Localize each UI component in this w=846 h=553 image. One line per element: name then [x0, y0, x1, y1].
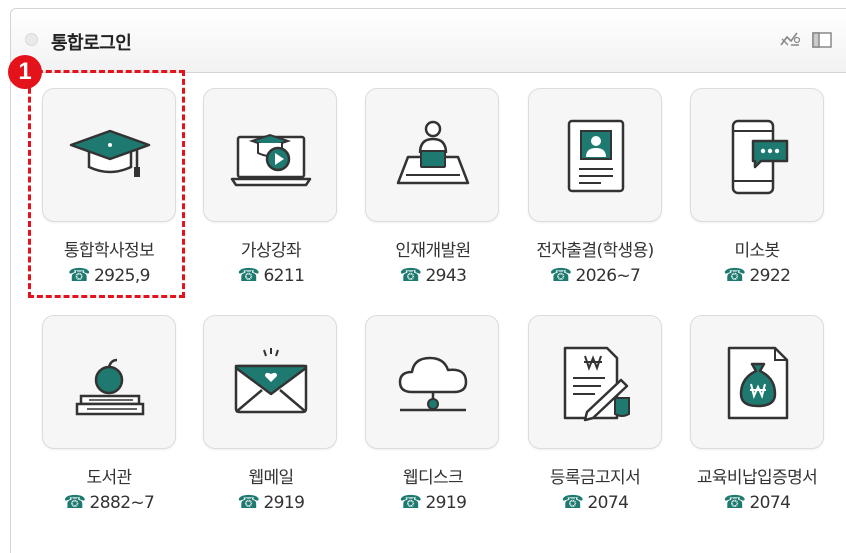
label-library[interactable]: 도서관	[24, 463, 194, 488]
phone-icon: ☎	[723, 265, 746, 286]
phone-webmail: ☎ 2919	[237, 492, 305, 513]
phone-virtual-lecture: ☎ 6211	[237, 265, 305, 286]
window-icon[interactable]	[811, 31, 833, 49]
tile-electronic-attendance[interactable]	[528, 88, 662, 222]
tile-library[interactable]	[42, 315, 176, 449]
label-misobot[interactable]: 미소봇	[672, 236, 842, 261]
mail-icon	[234, 348, 308, 414]
label-electronic-attendance[interactable]: 전자출결(학생용)	[510, 236, 680, 261]
edit-settings-icon[interactable]	[779, 31, 801, 49]
phone-misobot: ☎ 2922	[723, 265, 791, 286]
phone-icon: ☎	[723, 492, 746, 513]
chatbot-phone-icon	[731, 119, 789, 195]
phone-tuition-bill: ☎ 2074	[561, 492, 629, 513]
phone-icon: ☎	[399, 492, 422, 513]
phone-talent-development: ☎ 2943	[399, 265, 467, 286]
phone-icon: ☎	[237, 265, 260, 286]
label-virtual-lecture[interactable]: 가상강좌	[186, 236, 356, 261]
tile-misobot[interactable]	[690, 88, 824, 222]
desk-person-icon	[396, 120, 470, 185]
tile-tuition-bill[interactable]	[528, 315, 662, 449]
label-webdisk[interactable]: 웹디스크	[348, 463, 518, 488]
id-card-icon	[567, 119, 625, 193]
tuition-bill-icon	[563, 346, 630, 422]
label-payment-certificate[interactable]: 교육비납입증명서	[672, 463, 842, 488]
cloud-disk-icon	[398, 356, 468, 412]
payment-certificate-icon	[727, 346, 789, 420]
phone-icon: ☎	[399, 265, 422, 286]
label-webmail[interactable]: 웹메일	[186, 463, 356, 488]
step-badge: 1	[8, 55, 42, 89]
tile-payment-certificate[interactable]	[690, 315, 824, 449]
panel-header: 통합로그인	[11, 9, 846, 73]
tile-talent-development[interactable]	[365, 88, 499, 222]
phone-library: ☎ 2882~7	[63, 492, 155, 513]
label-tuition-bill[interactable]: 등록금고지서	[510, 463, 680, 488]
tile-webmail[interactable]	[203, 315, 337, 449]
books-apple-icon	[75, 358, 145, 416]
phone-icon: ☎	[237, 492, 260, 513]
title-bullet	[25, 33, 38, 46]
tile-virtual-lecture[interactable]	[203, 88, 337, 222]
phone-electronic-attendance: ☎ 2026~7	[549, 265, 641, 286]
tile-webdisk[interactable]	[365, 315, 499, 449]
online-lecture-icon	[230, 133, 312, 187]
phone-webdisk: ☎ 2919	[399, 492, 467, 513]
highlight-box	[28, 70, 185, 298]
panel-title: 통합로그인	[51, 33, 132, 54]
label-talent-development[interactable]: 인재개발원	[348, 236, 518, 261]
phone-icon: ☎	[549, 265, 572, 286]
phone-icon: ☎	[63, 492, 86, 513]
phone-icon: ☎	[561, 492, 584, 513]
phone-payment-certificate: ☎ 2074	[723, 492, 791, 513]
